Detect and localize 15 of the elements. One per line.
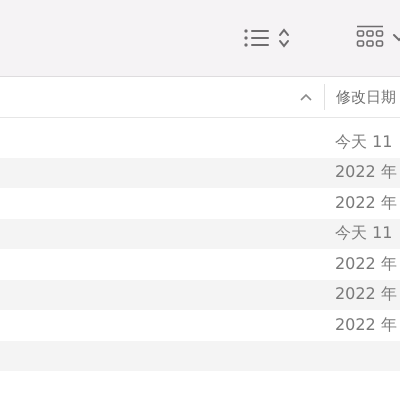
date-cell: 2022 年 bbox=[335, 314, 397, 336]
column-header[interactable]: 修改日期 bbox=[325, 88, 400, 106]
sort-ascending-icon[interactable] bbox=[300, 93, 312, 101]
date-cell: 今天 11 bbox=[335, 132, 392, 153]
list-view-button[interactable] bbox=[244, 27, 290, 49]
date-cell: 2022 年 bbox=[335, 162, 397, 184]
table-row[interactable]: 2022 年 bbox=[0, 158, 400, 188]
date-cell: 2022 年 bbox=[335, 254, 397, 275]
date-cell: 2022 年 bbox=[335, 192, 397, 214]
chevron-up-down-icon bbox=[278, 27, 290, 49]
date-cell: 2022 年 bbox=[335, 284, 397, 306]
table-row[interactable]: 今天 11 bbox=[0, 218, 400, 249]
list-icon bbox=[244, 28, 270, 48]
table-row[interactable]: 2022 年 bbox=[0, 280, 400, 310]
date-cell: 今天 11 bbox=[335, 223, 392, 244]
